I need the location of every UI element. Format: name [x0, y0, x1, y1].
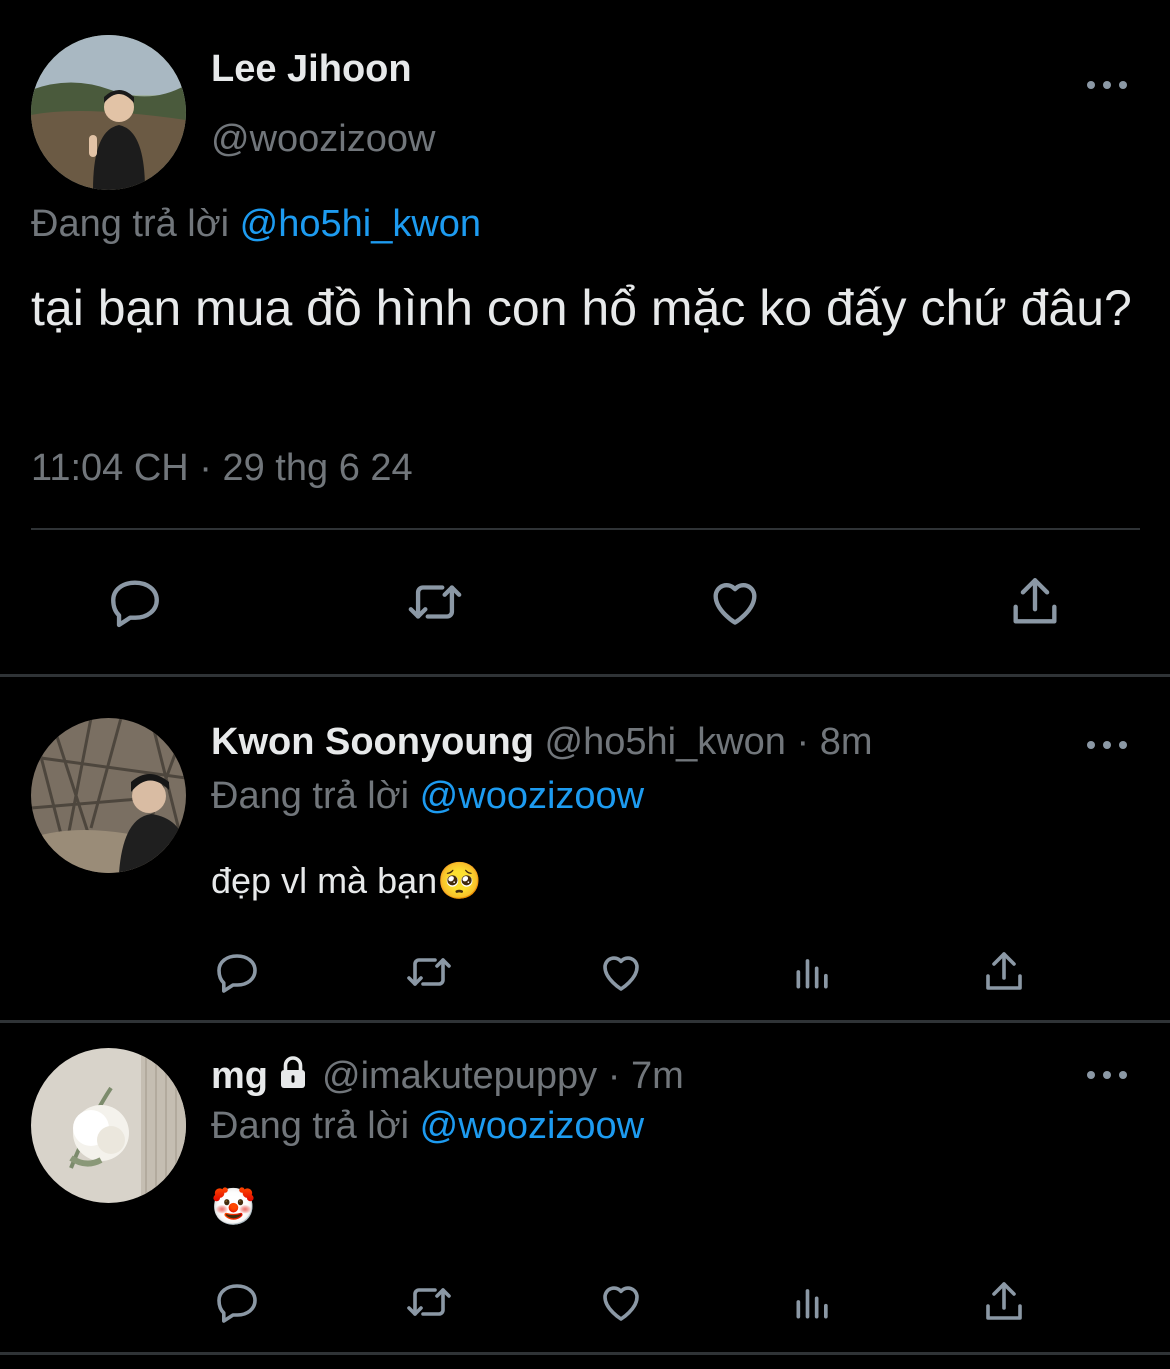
reply-time[interactable]: · 7m [608, 1055, 684, 1097]
retweet-button[interactable] [400, 946, 458, 998]
reply-icon [217, 1284, 257, 1323]
author-display-name[interactable]: Lee Jihoon [211, 48, 412, 91]
avatar-mg-rose[interactable] [31, 1048, 186, 1203]
tweet-timestamp[interactable]: 11:04 CH · 29 thg 6 24 [31, 447, 413, 490]
author-handle[interactable]: @woozizoow [211, 118, 435, 161]
section-separator [0, 1020, 1170, 1023]
reply-button[interactable] [212, 946, 262, 998]
views-icon [796, 959, 828, 989]
retweet-button[interactable] [401, 570, 469, 634]
avatar-kwon-soonyoung[interactable] [31, 718, 186, 873]
more-options-icon[interactable] [1087, 735, 1127, 755]
section-separator [0, 1352, 1170, 1355]
replying-to: Đang trả lời @woozizoow [211, 1105, 644, 1148]
more-options-icon[interactable] [1087, 75, 1127, 95]
views-button[interactable] [790, 946, 836, 998]
like-button[interactable] [595, 1276, 647, 1328]
share-icon [986, 1282, 1022, 1320]
like-button[interactable] [595, 946, 647, 998]
retweet-icon [408, 585, 462, 619]
reply-header: mg @imakutepuppy · 7m [211, 1055, 684, 1098]
replying-to: Đang trả lời @woozizoow [211, 775, 644, 818]
reply-header: Kwon Soonyoung @ho5hi_kwon · 8m [211, 721, 872, 764]
replying-to: Đang trả lời @ho5hi_kwon [31, 203, 481, 246]
reply-button[interactable] [103, 570, 167, 634]
like-icon [713, 583, 757, 625]
reply-time[interactable]: · 8m [796, 721, 872, 763]
replying-to-label: Đang trả lời [211, 1105, 410, 1147]
replying-to-label: Đang trả lời [31, 203, 230, 245]
reply-display-name[interactable]: Kwon Soonyoung [211, 721, 534, 763]
avatar-lee-jihoon[interactable] [31, 35, 186, 190]
replying-to-handle[interactable]: @woozizoow [420, 1105, 644, 1147]
share-button[interactable] [978, 946, 1030, 998]
reply-handle[interactable]: @imakutepuppy [322, 1055, 597, 1097]
reply-icon [111, 580, 159, 628]
replying-to-handle[interactable]: @ho5hi_kwon [240, 203, 481, 245]
like-button[interactable] [702, 570, 768, 634]
more-options-icon[interactable] [1087, 1065, 1127, 1085]
views-button[interactable] [790, 1276, 836, 1328]
reply-button[interactable] [212, 1276, 262, 1328]
share-icon [1013, 578, 1057, 624]
share-button[interactable] [978, 1276, 1030, 1328]
share-icon [986, 952, 1022, 990]
share-button[interactable] [1003, 570, 1067, 634]
divider [31, 528, 1140, 530]
retweet-button[interactable] [400, 1276, 458, 1328]
views-icon [796, 1289, 828, 1319]
lock-icon [281, 1056, 305, 1088]
reply-icon [217, 954, 257, 993]
section-separator [0, 674, 1170, 677]
like-icon [603, 1286, 639, 1321]
reply-display-name[interactable]: mg [211, 1055, 268, 1097]
replying-to-label: Đang trả lời [211, 775, 410, 817]
replying-to-handle[interactable]: @woozizoow [420, 775, 644, 817]
reply-text: đẹp vl mà bạn🥺 [211, 860, 482, 901]
tweet-text: tại bạn mua đồ hình con hổ mặc ko đấy ch… [31, 280, 1132, 336]
retweet-icon [407, 958, 451, 986]
reply-handle[interactable]: @ho5hi_kwon [545, 721, 786, 763]
retweet-icon [407, 1288, 451, 1316]
reply-text: 🤡 [211, 1186, 256, 1227]
like-icon [603, 956, 639, 991]
